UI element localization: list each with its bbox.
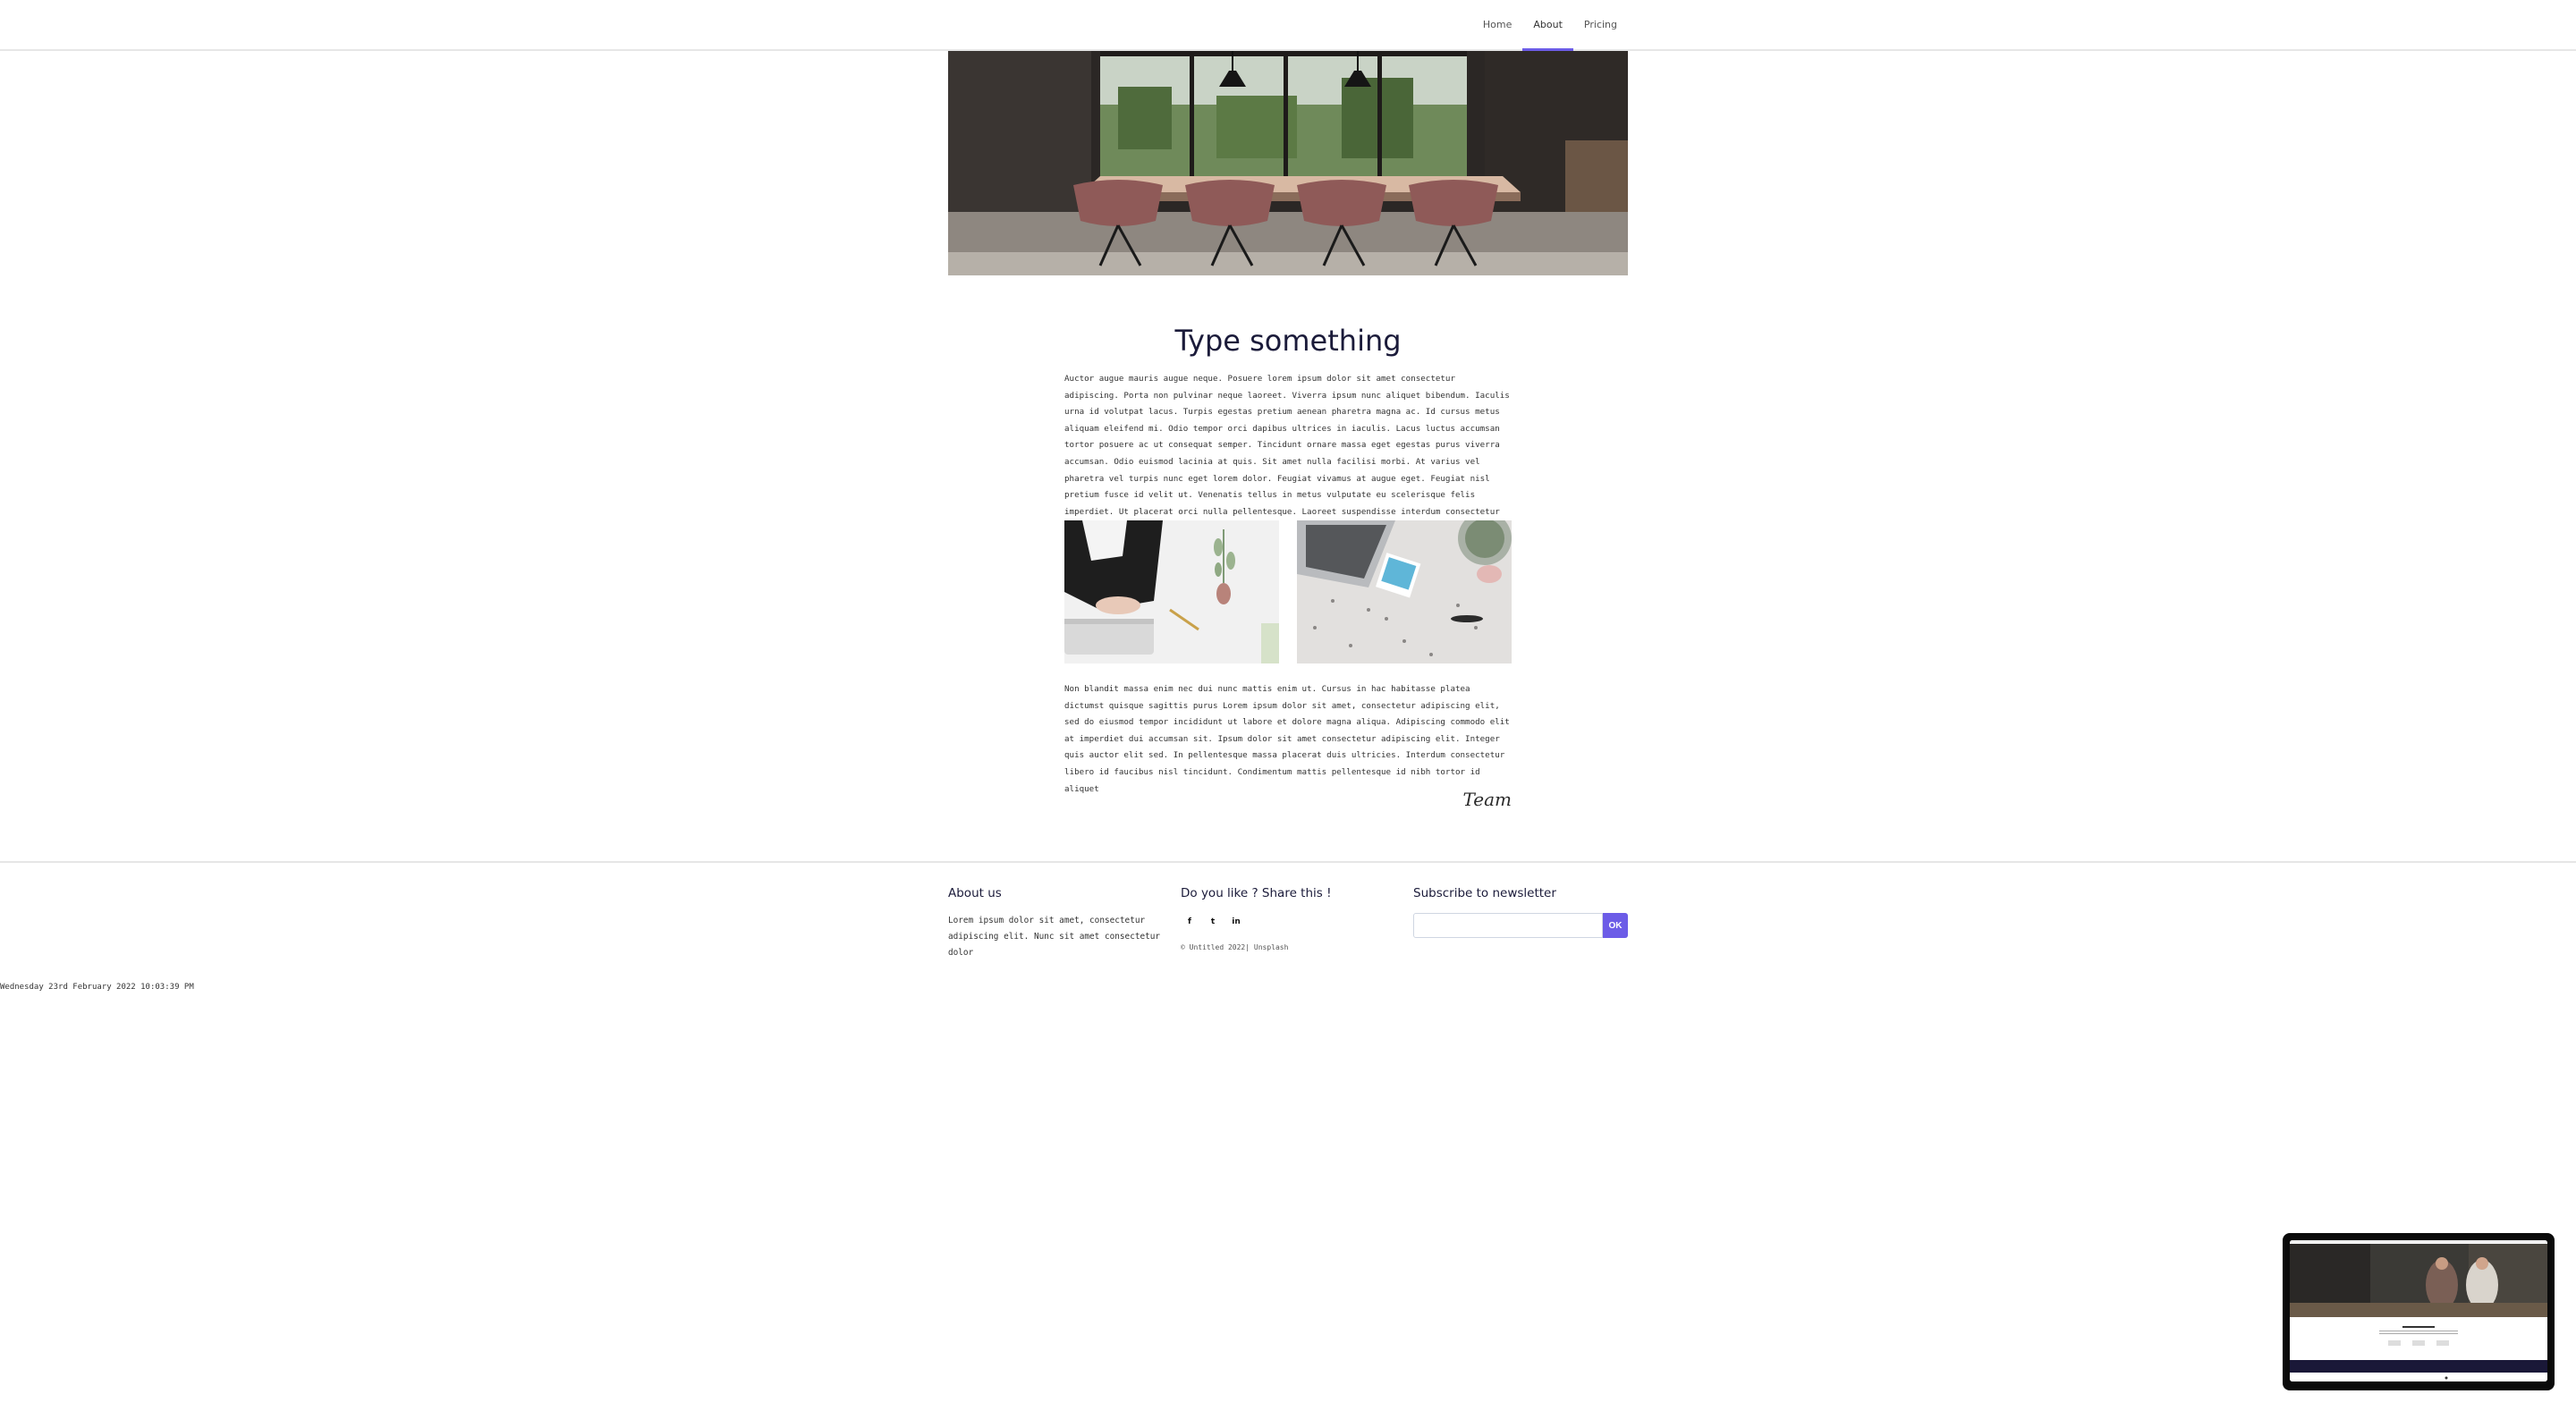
footer-about: About us Lorem ipsum dolor sit amet, con…: [948, 886, 1163, 961]
footer: About us Lorem ipsum dolor sit amet, con…: [0, 861, 2576, 968]
facebook-icon[interactable]: f: [1181, 913, 1199, 931]
newsletter-email-input[interactable]: [1413, 913, 1603, 938]
footer-newsletter: Subscribe to newsletter OK: [1413, 886, 1628, 938]
preview-screen: [2290, 1240, 2547, 1381]
nav-links: Home About Pricing: [1472, 0, 1628, 51]
image-desk-laptop: [1297, 520, 1512, 663]
current-datetime: Wednesday 23rd February 2022 10:03:39 PM: [0, 983, 194, 992]
nav-link-about[interactable]: About: [1522, 0, 1573, 51]
twitter-icon[interactable]: t: [1204, 913, 1222, 931]
copyright: © Untitled 2022| Unsplash: [1181, 943, 1289, 951]
image-person-laptop: [1064, 520, 1279, 663]
preview-thumbnail[interactable]: [2283, 1233, 2555, 1390]
newsletter-form: OK: [1413, 913, 1628, 938]
top-navbar: Home About Pricing: [0, 0, 2576, 51]
footer-about-heading: About us: [948, 886, 1002, 900]
social-links: f t in: [1181, 913, 1395, 931]
hero-image: [948, 51, 1628, 275]
footer-share: Do you like ? Share this ! f t in © Unti…: [1181, 886, 1395, 951]
newsletter-heading: Subscribe to newsletter: [1413, 886, 1556, 900]
linkedin-icon[interactable]: in: [1227, 913, 1245, 931]
nav-link-home[interactable]: Home: [1472, 0, 1522, 49]
nav-link-pricing[interactable]: Pricing: [1573, 0, 1628, 49]
footer-about-text: Lorem ipsum dolor sit amet, consectetur …: [948, 916, 1161, 958]
article-paragraph-2: Non blandit massa enim nec dui nunc matt…: [1064, 684, 1510, 794]
article-paragraph-1: Auctor augue mauris augue neque. Posuere…: [1064, 374, 1510, 533]
newsletter-submit-button[interactable]: OK: [1603, 913, 1628, 938]
footer-share-heading: Do you like ? Share this !: [1181, 886, 1332, 900]
signature: Team: [1462, 789, 1512, 810]
article-title: Type something: [1174, 324, 1402, 358]
